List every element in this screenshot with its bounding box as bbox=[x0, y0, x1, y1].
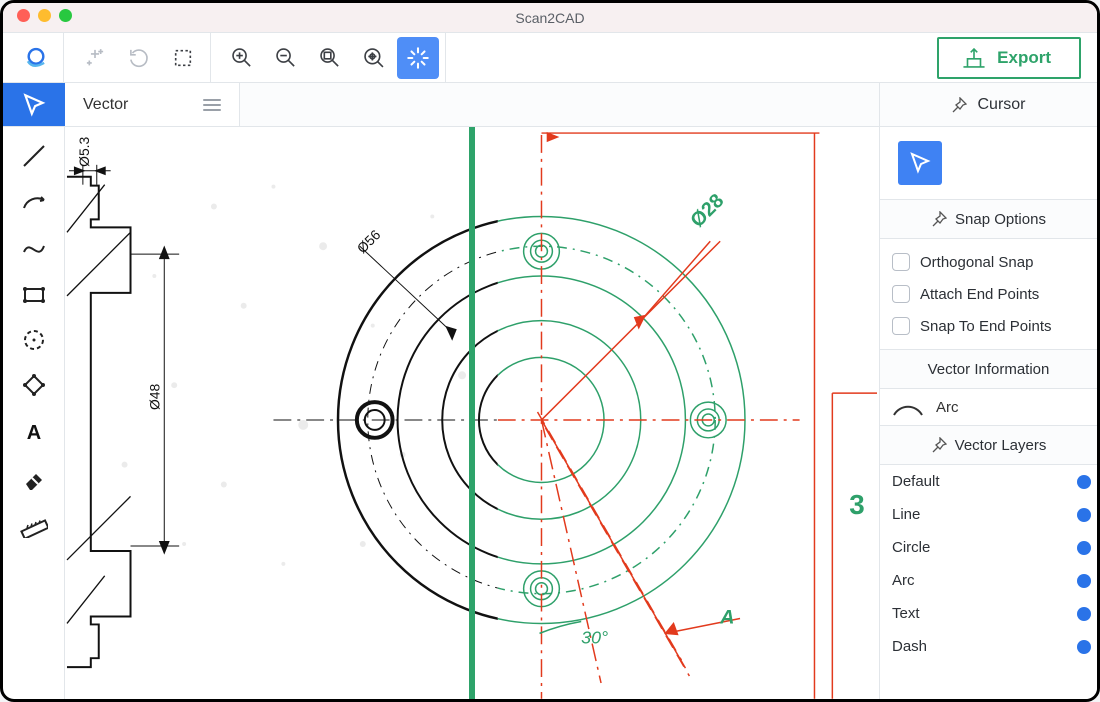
active-cursor-tool[interactable] bbox=[898, 141, 942, 185]
vector-info-arc-row[interactable]: Arc bbox=[880, 389, 1097, 425]
dim-phi-28: Ø28 bbox=[686, 190, 728, 232]
sparkle-auto-icon[interactable] bbox=[74, 37, 116, 79]
layers-list: Default Line Circle Arc Text Dash bbox=[880, 465, 1097, 663]
section-view bbox=[67, 165, 179, 667]
bezier-tool-icon[interactable] bbox=[12, 227, 56, 269]
top-toolbar: Export bbox=[3, 33, 1097, 83]
measure-tool-icon[interactable] bbox=[12, 503, 56, 545]
attach-end-points-checkbox[interactable]: Attach End Points bbox=[892, 285, 1085, 303]
panel-header-layers: Vector Layers bbox=[880, 425, 1097, 465]
snap-options: Orthogonal Snap Attach End Points Snap T… bbox=[880, 239, 1097, 349]
layer-item[interactable]: Text bbox=[880, 597, 1097, 630]
processing-busy-icon[interactable] bbox=[397, 37, 439, 79]
marker-3: 3 bbox=[849, 489, 864, 520]
export-icon bbox=[961, 47, 987, 69]
layer-color-swatch bbox=[1077, 574, 1091, 588]
arc-tool-icon[interactable] bbox=[12, 181, 56, 223]
panel-header-vector-info: Vector Information bbox=[880, 349, 1097, 389]
layer-color-swatch bbox=[1077, 541, 1091, 555]
drawing-canvas[interactable]: Ø5.3 Ø48 Ø56 Ø28 30° A 3 bbox=[65, 127, 879, 699]
cursor-header-label: Cursor bbox=[977, 96, 1025, 114]
maximize-window-button[interactable] bbox=[59, 9, 72, 22]
vector-info-arc-label: Arc bbox=[936, 399, 959, 416]
snap-header-label: Snap Options bbox=[955, 211, 1046, 228]
tab-menu-icon[interactable] bbox=[203, 99, 221, 111]
dim-angle-30: 30° bbox=[581, 627, 608, 647]
pin-icon[interactable] bbox=[951, 97, 967, 113]
layer-item[interactable]: Default bbox=[880, 465, 1097, 498]
dim-phi-56: Ø56 bbox=[354, 226, 384, 256]
svg-text:A: A bbox=[26, 422, 40, 444]
layers-header-label: Vector Layers bbox=[955, 437, 1047, 454]
tab-vector[interactable]: Vector bbox=[65, 83, 240, 126]
panel-header-snap: Snap Options bbox=[880, 199, 1097, 239]
snap-to-end-points-checkbox[interactable]: Snap To End Points bbox=[892, 317, 1085, 335]
layer-item[interactable]: Arc bbox=[880, 564, 1097, 597]
raster-noise bbox=[122, 185, 466, 566]
tab-vector-label: Vector bbox=[83, 96, 128, 114]
zoom-selection-icon[interactable] bbox=[353, 37, 395, 79]
layer-color-swatch bbox=[1077, 508, 1091, 522]
minimize-window-button[interactable] bbox=[38, 9, 51, 22]
tab-strip bbox=[239, 83, 879, 126]
cursor-mode-button[interactable] bbox=[3, 83, 65, 126]
layer-color-swatch bbox=[1077, 640, 1091, 654]
layer-color-swatch bbox=[1077, 475, 1091, 489]
layer-item[interactable]: Circle bbox=[880, 531, 1097, 564]
polygon-tool-icon[interactable] bbox=[12, 365, 56, 407]
layer-item[interactable]: Line bbox=[880, 498, 1097, 531]
pin-icon[interactable] bbox=[931, 211, 947, 227]
titlebar: Scan2CAD bbox=[3, 3, 1097, 33]
vector-flange bbox=[338, 133, 877, 699]
window-controls bbox=[17, 9, 72, 22]
dim-phi-48: Ø48 bbox=[146, 384, 162, 411]
dim-phi-5-3: Ø5.3 bbox=[76, 136, 92, 166]
app-title: Scan2CAD bbox=[515, 10, 584, 26]
eraser-tool-icon[interactable] bbox=[12, 457, 56, 499]
sub-toolbar: Vector Cursor bbox=[3, 83, 1097, 127]
rectangle-tool-icon[interactable] bbox=[12, 273, 56, 315]
app-logo-icon[interactable] bbox=[15, 37, 57, 79]
export-button[interactable]: Export bbox=[937, 37, 1081, 79]
zoom-in-icon[interactable] bbox=[221, 37, 263, 79]
pin-icon[interactable] bbox=[931, 437, 947, 453]
zoom-fit-icon[interactable] bbox=[309, 37, 351, 79]
arc-icon bbox=[892, 397, 924, 417]
compare-divider-handle[interactable] bbox=[469, 127, 475, 699]
layer-color-swatch bbox=[1077, 607, 1091, 621]
export-label: Export bbox=[997, 48, 1051, 68]
main-area: A bbox=[3, 127, 1097, 699]
crop-icon[interactable] bbox=[162, 37, 204, 79]
panel-header-cursor: Cursor bbox=[879, 83, 1097, 126]
app-window: Scan2CAD bbox=[0, 0, 1100, 702]
refresh-icon[interactable] bbox=[118, 37, 160, 79]
circle-tool-icon[interactable] bbox=[12, 319, 56, 361]
marker-a: A bbox=[719, 606, 734, 628]
line-tool-icon[interactable] bbox=[12, 135, 56, 177]
text-tool-icon[interactable]: A bbox=[12, 411, 56, 453]
draw-toolbar: A bbox=[3, 127, 65, 699]
layer-item[interactable]: Dash bbox=[880, 630, 1097, 663]
orthogonal-snap-checkbox[interactable]: Orthogonal Snap bbox=[892, 253, 1085, 271]
right-panel: Snap Options Orthogonal Snap Attach End … bbox=[879, 127, 1097, 699]
close-window-button[interactable] bbox=[17, 9, 30, 22]
zoom-out-icon[interactable] bbox=[265, 37, 307, 79]
vector-info-label: Vector Information bbox=[928, 361, 1050, 378]
